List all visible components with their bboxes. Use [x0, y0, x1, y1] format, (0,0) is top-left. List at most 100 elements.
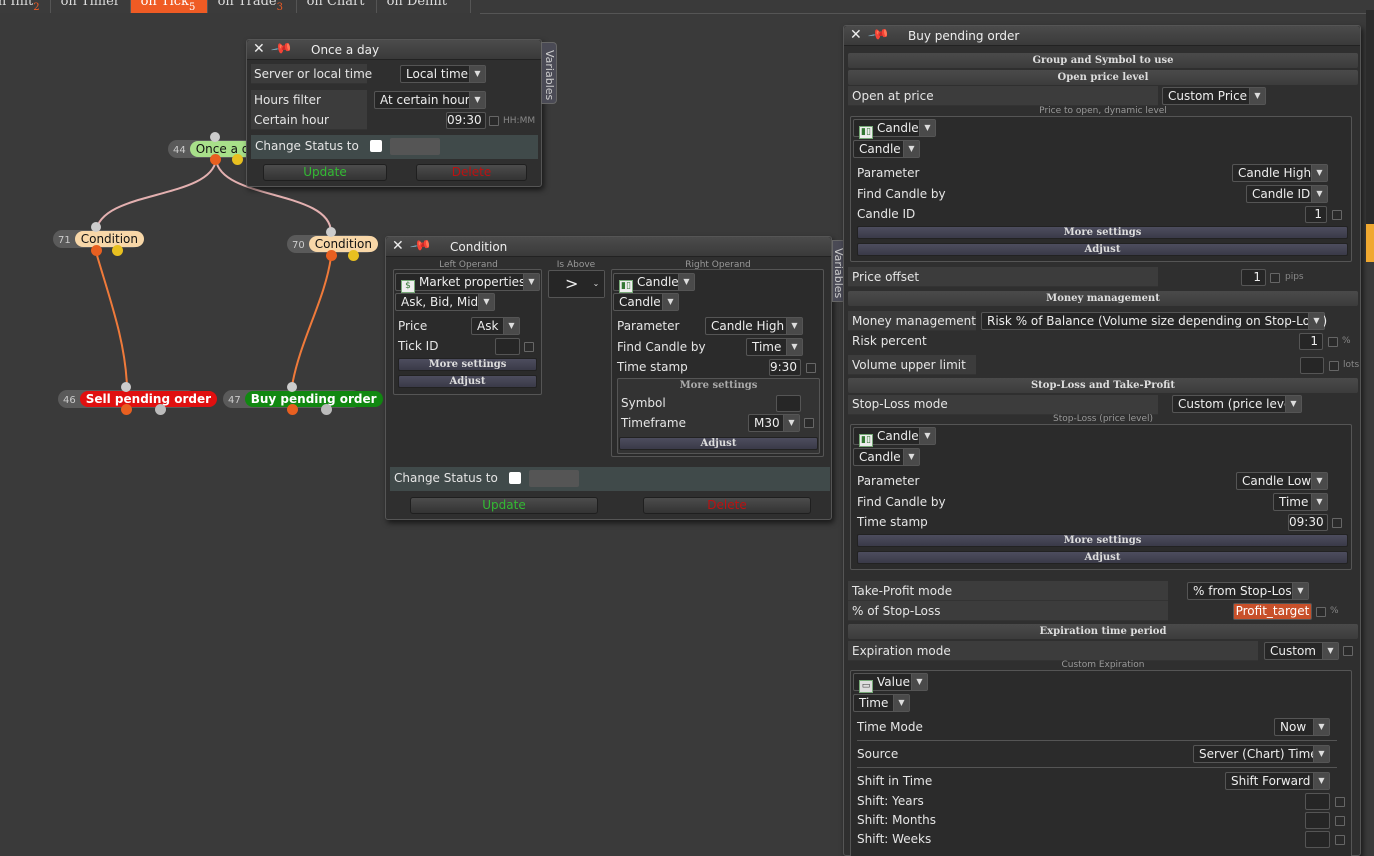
parameter-select[interactable]: Candle High ▼ [705, 317, 803, 335]
candle-id-input[interactable]: 1 [1305, 206, 1327, 223]
certain-hour-checkbox[interactable] [489, 116, 499, 126]
node-output-port[interactable] [287, 404, 298, 415]
volume-upper-limit-checkbox[interactable] [1329, 361, 1339, 371]
delete-button[interactable]: Delete [643, 497, 811, 514]
time-stamp-input[interactable]: 9:30 [769, 359, 801, 376]
source-select[interactable]: Server (Chart) Time ▼ [1193, 745, 1330, 763]
node-output-port[interactable] [155, 404, 166, 415]
shift-months-checkbox[interactable] [1335, 816, 1345, 826]
node-output-port[interactable] [121, 404, 132, 415]
right-sub-select[interactable]: Candle ▼ [613, 293, 679, 311]
pin-icon[interactable]: 📌 [409, 234, 433, 257]
expiration-mode-select[interactable]: Custom ▼ [1264, 642, 1339, 660]
certain-hour-input[interactable]: 09:30 [446, 112, 486, 129]
price-sub-select[interactable]: Candle ▼ [853, 140, 920, 158]
shift-weeks-input[interactable] [1305, 831, 1330, 848]
node-input-port[interactable] [91, 222, 101, 232]
find-candle-by-select[interactable]: Candle ID ▼ [1246, 185, 1328, 203]
price-offset-input[interactable]: 1 [1241, 269, 1266, 286]
more-settings-button[interactable]: More settings [398, 358, 537, 371]
volume-upper-limit-input[interactable] [1300, 357, 1324, 374]
stop-loss-sub-select[interactable]: Candle ▼ [853, 448, 920, 466]
price-offset-checkbox[interactable] [1270, 273, 1280, 283]
money-management-section[interactable]: Money management [848, 291, 1358, 306]
node-input-port[interactable] [326, 227, 336, 237]
time-stamp-checkbox[interactable] [806, 363, 816, 373]
window-titlebar[interactable]: ✕ 📌 Once a day [247, 37, 541, 60]
symbol-input[interactable] [776, 395, 801, 412]
more-settings-button[interactable]: More settings [857, 534, 1348, 547]
shift-months-input[interactable] [1305, 812, 1330, 829]
node-output-port[interactable] [321, 404, 332, 415]
expiration-sub-select[interactable]: Time ▼ [853, 694, 910, 712]
status-color-field[interactable] [390, 138, 440, 155]
stop-loss-mode-select[interactable]: Custom (price level) ▼ [1172, 395, 1302, 413]
adjust-button[interactable]: Adjust [619, 437, 818, 450]
status-color-field[interactable] [529, 470, 579, 487]
group-symbol-section[interactable]: Group and Symbol to use [848, 53, 1358, 68]
variables-tab[interactable]: Variables [541, 42, 557, 104]
percent-of-stop-loss-checkbox[interactable] [1316, 607, 1326, 617]
node-output-port[interactable] [91, 245, 102, 256]
comparator-select[interactable]: > ⌄ [548, 270, 605, 298]
node-input-port[interactable] [287, 382, 297, 392]
expiration-mode-checkbox[interactable] [1343, 646, 1353, 656]
change-status-checkbox[interactable] [509, 472, 521, 484]
node-input-port[interactable] [210, 132, 220, 142]
adjust-button[interactable]: Adjust [398, 375, 537, 388]
right-source-select[interactable]: ▮▯ Candle ▼ [613, 273, 695, 293]
pin-icon[interactable]: 📌 [270, 37, 294, 60]
tick-id-checkbox[interactable] [524, 342, 534, 352]
shift-weeks-checkbox[interactable] [1335, 835, 1345, 845]
node-input-port[interactable] [121, 382, 131, 392]
node-output-port[interactable] [348, 250, 359, 261]
money-management-select[interactable]: Risk % of Balance (Volume size depending… [981, 312, 1327, 330]
change-status-checkbox[interactable] [370, 140, 382, 152]
left-sub-select[interactable]: Ask, Bid, Mid ▼ [395, 293, 495, 311]
more-settings-button[interactable]: More settings [857, 226, 1348, 239]
open-at-price-select[interactable]: Custom Price ▼ [1162, 87, 1266, 105]
find-candle-by-select[interactable]: Time ▼ [746, 338, 803, 356]
open-price-level-section[interactable]: Open price level [848, 70, 1358, 85]
more-settings-header[interactable]: More settings [619, 380, 818, 393]
timeframe-select[interactable]: M30 ▼ [748, 414, 800, 432]
take-profit-mode-select[interactable]: % from Stop-Loss ▼ [1187, 582, 1309, 600]
tick-id-input[interactable] [495, 338, 520, 355]
stop-loss-find-by-select[interactable]: Time ▼ [1273, 493, 1328, 511]
adjust-button[interactable]: Adjust [857, 551, 1348, 564]
stop-loss-source-select[interactable]: ▮▯ Candle ▼ [853, 427, 936, 447]
node-output-port[interactable] [112, 245, 123, 256]
risk-percent-checkbox[interactable] [1328, 337, 1338, 347]
node-output-port[interactable] [210, 154, 221, 165]
timeframe-checkbox[interactable] [804, 418, 814, 428]
close-icon[interactable]: ✕ [253, 42, 267, 56]
hours-filter-select[interactable]: At certain hour ▼ [374, 91, 486, 109]
time-mode-select[interactable]: Now ▼ [1274, 718, 1330, 736]
expiration-section[interactable]: Expiration time period [848, 624, 1358, 639]
shift-in-time-select[interactable]: Shift Forward ▼ [1225, 772, 1330, 790]
risk-percent-input[interactable]: 1 [1299, 333, 1323, 350]
candle-id-checkbox[interactable] [1332, 210, 1342, 220]
stop-loss-time-stamp-input[interactable]: 09:30 [1288, 514, 1328, 531]
update-button[interactable]: Update [263, 164, 387, 181]
node-output-port[interactable] [326, 250, 337, 261]
node-output-port[interactable] [232, 154, 243, 165]
close-icon[interactable]: ✕ [392, 239, 406, 253]
stop-loss-parameter-select[interactable]: Candle Low ▼ [1236, 472, 1328, 490]
window-titlebar[interactable]: ✕ 📌 Buy pending order [844, 23, 1360, 46]
left-source-select[interactable]: $ Market properties ▼ [395, 273, 540, 293]
server-local-select[interactable]: Local time ▼ [400, 65, 486, 83]
expiration-source-select[interactable]: ▭ Value ▼ [853, 673, 928, 693]
close-icon[interactable]: ✕ [850, 28, 864, 42]
pin-icon[interactable]: 📌 [867, 23, 891, 46]
price-source-select[interactable]: ▮▯ Candle ▼ [853, 119, 936, 139]
percent-of-stop-loss-input[interactable]: Profit_target [1233, 603, 1312, 620]
side-toolbar-active-item[interactable] [1366, 224, 1374, 262]
update-button[interactable]: Update [410, 497, 598, 514]
shift-years-checkbox[interactable] [1335, 797, 1345, 807]
window-titlebar[interactable]: ✕ 📌 Condition [386, 234, 831, 257]
parameter-select[interactable]: Candle High ▼ [1232, 164, 1328, 182]
price-select[interactable]: Ask ▼ [471, 317, 520, 335]
shift-years-input[interactable] [1305, 793, 1330, 810]
stop-loss-time-stamp-checkbox[interactable] [1332, 518, 1342, 528]
